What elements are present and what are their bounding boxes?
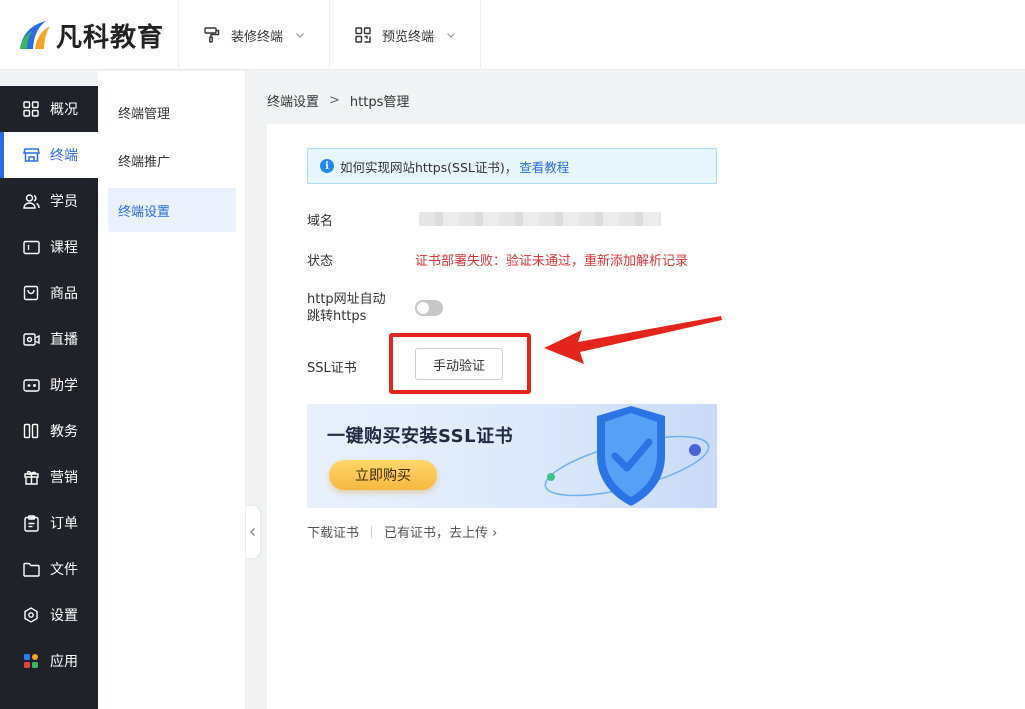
- security-shield-icon: [544, 406, 710, 506]
- sidebar-item-label: 营销: [50, 470, 78, 486]
- paint-roller-icon: [203, 26, 221, 44]
- sidebar-item-label: 概况: [50, 102, 78, 118]
- buy-now-button[interactable]: 立即购买: [329, 460, 437, 490]
- main-sidebar: 概况 终端 学员 课程 商品 直播 助学 教务 营销 订单 文件 设置 应用: [0, 86, 98, 709]
- subnav-item-terminal-promote[interactable]: 终端推广: [108, 138, 236, 182]
- sidebar-item-live[interactable]: 直播: [0, 316, 98, 362]
- sidebar-item-courses[interactable]: 课程: [0, 224, 98, 270]
- course-icon: [22, 238, 40, 256]
- brand-name: 凡科教育: [56, 22, 165, 53]
- sidebar-item-label: 商品: [50, 286, 78, 302]
- breadcrumb-current: https管理: [349, 95, 410, 110]
- redirect-label-line1: http网址自动: [307, 292, 386, 307]
- sidebar-item-files[interactable]: 文件: [0, 546, 98, 592]
- chevron-left-icon: [250, 528, 255, 536]
- ssl-promo-banner[interactable]: 一键购买安装SSL证书 立即购买: [307, 404, 717, 508]
- apps-icon: [22, 652, 40, 670]
- https-settings-card: i 如何实现网站https(SSL证书)， 查看教程 域名 状态 证书部署失败：…: [267, 124, 1025, 709]
- breadcrumb: 终端设置 > https管理: [267, 91, 409, 110]
- qr-code-icon: [354, 26, 372, 44]
- sidebar-item-label: 直播: [50, 332, 78, 348]
- certificate-links: 下载证书 已有证书，去上传 ›: [307, 522, 497, 541]
- clipboard-icon: [22, 514, 40, 532]
- sidebar-item-label: 设置: [50, 608, 78, 624]
- gear-icon: [22, 606, 40, 624]
- download-cert-link[interactable]: 下载证书: [307, 522, 359, 541]
- brand-logo[interactable]: 凡科教育: [0, 0, 179, 70]
- sidebar-item-label: 教务: [50, 424, 78, 440]
- sidebar-item-products[interactable]: 商品: [0, 270, 98, 316]
- upload-cert-link[interactable]: 已有证书，去上传 ›: [384, 522, 497, 541]
- sidebar-item-label: 终端: [50, 148, 78, 164]
- info-notice: i 如何实现网站https(SSL证书)， 查看教程: [307, 148, 717, 184]
- gamepad-icon: [22, 376, 40, 394]
- subnav-item-terminal-manage[interactable]: 终端管理: [108, 90, 236, 134]
- sidebar-item-label: 学员: [50, 194, 78, 210]
- https-redirect-toggle[interactable]: [415, 300, 443, 316]
- brand-logo-icon: [20, 21, 50, 49]
- sidebar-item-settings[interactable]: 设置: [0, 592, 98, 638]
- folder-icon: [22, 560, 40, 578]
- sidebar-item-label: 课程: [50, 240, 78, 256]
- chevron-down-icon: [295, 30, 305, 40]
- breadcrumb-separator: >: [329, 93, 340, 108]
- info-icon: i: [320, 159, 334, 173]
- status-label: 状态: [307, 254, 334, 269]
- annotation-arrow-icon: [544, 316, 722, 364]
- tutorial-link[interactable]: 查看教程: [519, 157, 569, 176]
- redirect-label: http网址自动 跳转https: [307, 291, 386, 325]
- domain-value-redacted: [419, 212, 661, 226]
- link-divider: [371, 525, 373, 538]
- status-value: 证书部署失败：验证未通过，重新添加解析记录: [415, 254, 689, 269]
- top-menu-preview-label: 预览终端: [382, 29, 435, 45]
- sidebar-item-orders[interactable]: 订单: [0, 500, 98, 546]
- live-camera-icon: [22, 330, 40, 348]
- sidebar-item-apps[interactable]: 应用: [0, 638, 98, 684]
- sidebar-item-label: 助学: [50, 378, 78, 394]
- columns-icon: [22, 422, 40, 440]
- dashboard-grid-icon: [22, 100, 40, 118]
- sidebar-item-overview[interactable]: 概况: [0, 86, 98, 132]
- breadcrumb-parent[interactable]: 终端设置: [267, 91, 319, 110]
- top-menu-decorate-label: 装修终端: [231, 29, 284, 45]
- sidebar-item-label: 应用: [50, 654, 78, 670]
- sidebar-item-academic[interactable]: 教务: [0, 408, 98, 454]
- sidebar-collapse-handle[interactable]: [246, 506, 260, 558]
- annotation-highlight-box: [389, 333, 531, 394]
- toggle-knob: [417, 302, 429, 314]
- sidebar-item-terminal[interactable]: 终端: [0, 132, 98, 178]
- redirect-label-line2: 跳转https: [307, 309, 367, 324]
- sidebar-item-label: 订单: [50, 516, 78, 532]
- subnav-item-terminal-settings[interactable]: 终端设置: [108, 188, 236, 232]
- secondary-sidebar: 终端管理 终端推广 终端设置: [98, 71, 246, 709]
- sidebar-item-label: 文件: [50, 562, 78, 578]
- sidebar-item-marketing[interactable]: 营销: [0, 454, 98, 500]
- bag-icon: [22, 284, 40, 302]
- gift-icon: [22, 468, 40, 486]
- top-menu-preview[interactable]: 预览终端: [330, 0, 482, 70]
- sidebar-item-students[interactable]: 学员: [0, 178, 98, 224]
- domain-label: 域名: [307, 214, 334, 229]
- sidebar-item-study-aid[interactable]: 助学: [0, 362, 98, 408]
- ssl-label: SSL证书: [307, 361, 357, 376]
- notice-text: 如何实现网站https(SSL证书)，: [340, 159, 518, 175]
- top-bar: 凡科教育 装修终端 预览终端: [0, 0, 1025, 70]
- storefront-icon: [22, 146, 40, 164]
- chevron-down-icon: [446, 30, 456, 40]
- users-icon: [22, 192, 40, 210]
- top-menu-decorate[interactable]: 装修终端: [179, 0, 331, 70]
- banner-title: 一键购买安装SSL证书: [327, 426, 514, 447]
